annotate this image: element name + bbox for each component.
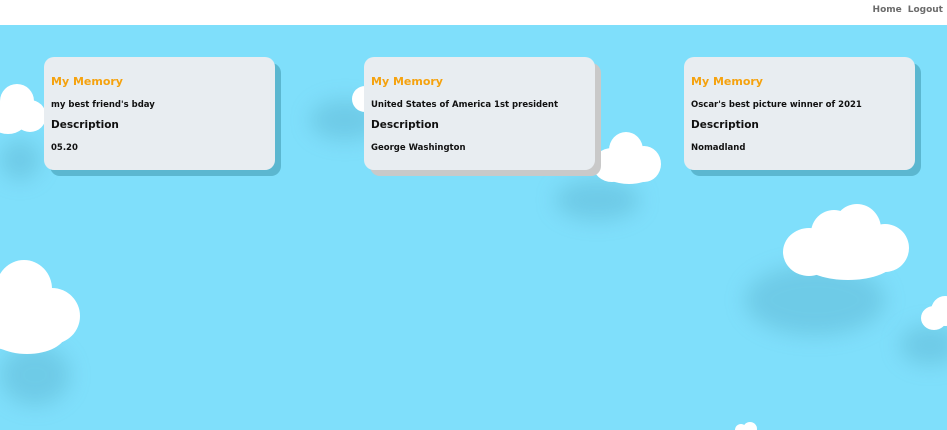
card-description-text: 05.20 [51, 143, 78, 153]
memory-card: My Memory my best friend's bday Descript… [44, 57, 281, 176]
memory-card: My Memory Oscar's best picture winner of… [684, 57, 921, 176]
card-title: My Memory [51, 75, 123, 88]
memory-card-body: My Memory my best friend's bday Descript… [44, 57, 275, 170]
card-memory-text: United States of America 1st president [371, 100, 559, 110]
memory-card-body: My Memory Oscar's best picture winner of… [684, 57, 915, 170]
home-link[interactable]: Home [873, 5, 902, 15]
card-description-heading: Description [371, 119, 439, 131]
card-memory-text: Oscar's best picture winner of 2021 [691, 100, 862, 110]
card-title: My Memory [371, 75, 443, 88]
card-description-text: George Washington [371, 143, 466, 153]
page: Home Logout My Memory my best friend's b… [0, 0, 947, 430]
memory-card: My Memory United States of America 1st p… [364, 57, 601, 176]
memory-card-body: My Memory United States of America 1st p… [364, 57, 595, 170]
cloud-shadow [0, 140, 40, 180]
top-navbar: Home Logout [0, 0, 947, 25]
cloud-image [735, 422, 759, 430]
cloud-image [783, 204, 911, 280]
cloud-image [0, 260, 82, 356]
nav-links: Home Logout [873, 5, 943, 15]
card-description-heading: Description [691, 119, 759, 131]
cloud-shadow [555, 180, 640, 220]
cloud-image [0, 82, 48, 137]
card-title: My Memory [691, 75, 763, 88]
card-memory-text: my best friend's bday [51, 100, 155, 110]
cloud-image [921, 296, 947, 334]
card-description-text: Nomadland [691, 143, 746, 153]
logout-link[interactable]: Logout [908, 5, 943, 15]
card-description-heading: Description [51, 119, 119, 131]
cloud-image [593, 130, 663, 186]
